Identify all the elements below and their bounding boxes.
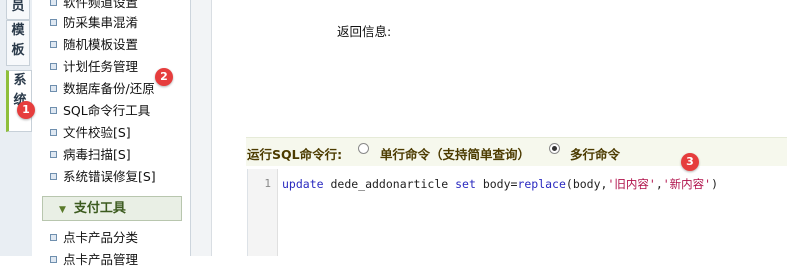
sidebar-item-card-category[interactable]: 点卡产品分类 <box>50 228 138 248</box>
line-number-gutter: 1 <box>248 169 278 256</box>
sidebar-menu: 软件频道设置 防采集串混淆 随机模板设置 计划任务管理 数据库备份/还原 SQL… <box>32 0 191 267</box>
sidebar-item-sql-tool[interactable]: SQL命令行工具 <box>50 101 150 121</box>
code-token: ) <box>711 177 719 191</box>
sidebar-item-file-check[interactable]: 文件校验[S] <box>50 123 131 143</box>
bullet-icon <box>50 256 57 263</box>
sidebar-item-label: 计划任务管理 <box>63 59 139 74</box>
code-token: dede_addonarticle <box>323 177 456 191</box>
string-token: '新内容' <box>662 177 712 191</box>
line-number: 1 <box>264 177 271 190</box>
annotation-marker-2: 2 <box>155 68 173 86</box>
sidebar-item-anti-scrape[interactable]: 防采集串混淆 <box>50 13 138 33</box>
bullet-icon <box>50 41 57 48</box>
sidebar-item-virus-scan[interactable]: 病毒扫描[S] <box>50 145 131 165</box>
code-line[interactable]: update dede_addonarticle set body=replac… <box>282 176 718 192</box>
bullet-icon <box>50 173 57 180</box>
bullet-icon <box>50 63 57 70</box>
sql-row-label: 运行SQL命令行: <box>247 147 343 162</box>
radio-multi-command[interactable] <box>549 143 560 154</box>
section-header-label: 支付工具 <box>73 201 126 216</box>
bullet-icon <box>50 234 57 241</box>
sidebar-gutter <box>191 0 212 256</box>
option-single-label[interactable]: 单行命令（支持简单查询） <box>380 144 530 163</box>
code-token: , <box>655 177 663 191</box>
sidebar-item-db-backup[interactable]: 数据库备份/还原 <box>50 79 155 99</box>
bullet-icon <box>50 107 57 114</box>
section-header-payment-tools[interactable]: ▼ 支付工具 <box>42 196 182 221</box>
tab-member[interactable]: 员 <box>6 0 30 20</box>
sidebar-item-label: 点卡产品管理 <box>63 252 139 267</box>
sidebar-item-label: 随机模板设置 <box>63 37 139 52</box>
string-token: '旧内容' <box>607 177 656 191</box>
keyword-token: update <box>282 177 324 191</box>
keyword-token: set <box>455 177 476 191</box>
annotation-marker-1: 1 <box>17 101 35 119</box>
vertical-tab-bar: 员 模板 系统 <box>0 0 33 256</box>
annotation-marker-3: 3 <box>681 153 699 171</box>
bullet-icon <box>50 129 57 136</box>
sidebar-item-random-template[interactable]: 随机模板设置 <box>50 35 138 55</box>
sql-mode-bar: 运行SQL命令行: 单行命令（支持简单查询） 多行命令 <box>246 137 787 166</box>
sidebar-item-label: 防采集串混淆 <box>63 15 139 30</box>
sidebar-item-error-repair[interactable]: 系统错误修复[S] <box>50 167 156 187</box>
return-info-label: 返回信息: <box>337 24 392 39</box>
chevron-down-icon: ▼ <box>59 205 66 215</box>
option-multi-label[interactable]: 多行命令 <box>570 144 620 163</box>
tab-template[interactable]: 模板 <box>6 20 30 66</box>
sql-editor[interactable]: 1 update dede_addonarticle set body=repl… <box>247 169 787 256</box>
bullet-icon <box>50 85 57 92</box>
sidebar-item-label: 数据库备份/还原 <box>63 81 155 96</box>
sidebar-item-card-manage[interactable]: 点卡产品管理 <box>50 250 138 270</box>
bullet-icon <box>50 0 57 6</box>
sidebar-item-label: 软件频道设置 <box>63 0 139 10</box>
code-token: (body, <box>565 177 608 191</box>
sidebar-item-label: 系统错误修复[S] <box>63 169 156 184</box>
keyword-token: replace <box>517 177 566 191</box>
code-token: body= <box>475 177 518 191</box>
sidebar-item-software-channel[interactable]: 软件频道设置 <box>50 0 138 13</box>
bullet-icon <box>50 19 57 26</box>
sidebar-item-label: 点卡产品分类 <box>63 230 139 245</box>
sidebar-item-scheduled-tasks[interactable]: 计划任务管理 <box>50 57 138 77</box>
radio-single-command[interactable] <box>358 143 369 154</box>
bullet-icon <box>50 151 57 158</box>
sidebar-item-label: 病毒扫描[S] <box>63 147 131 162</box>
sidebar-item-label: 文件校验[S] <box>63 125 131 140</box>
sidebar-item-label: SQL命令行工具 <box>63 103 151 118</box>
